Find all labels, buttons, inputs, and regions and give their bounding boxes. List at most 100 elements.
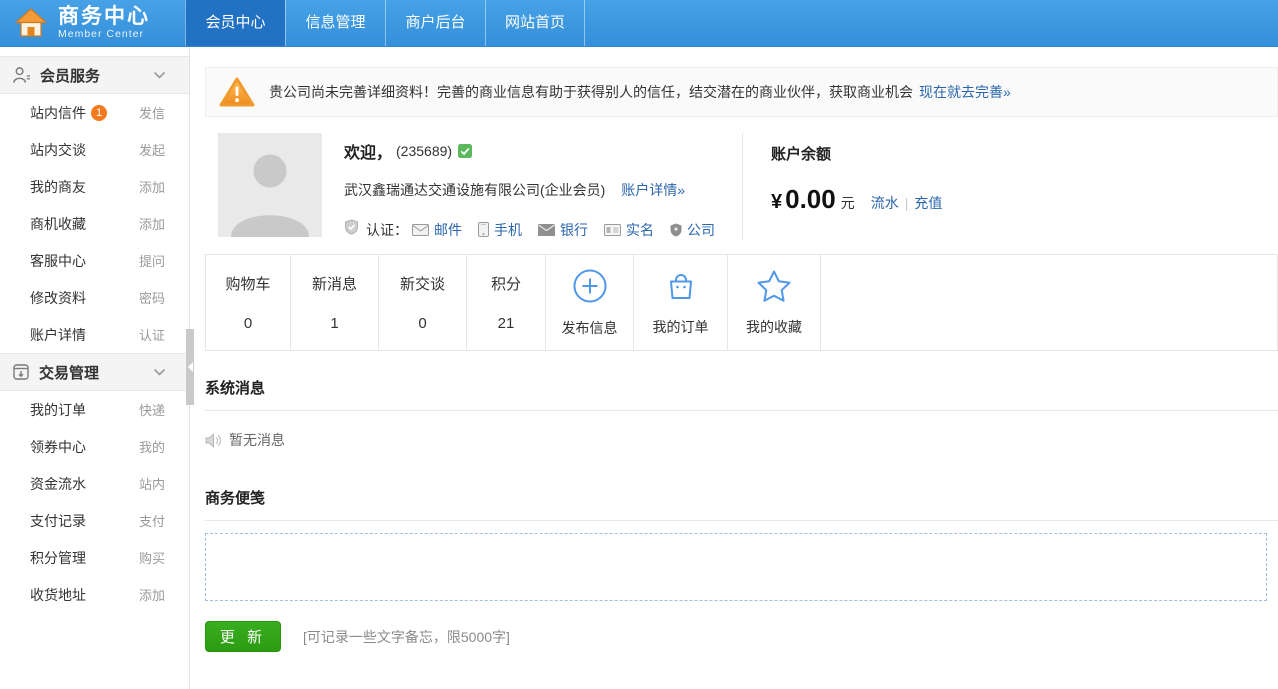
- quick-action[interactable]: 我的收藏: [728, 255, 821, 350]
- recharge-link[interactable]: 充值: [914, 195, 942, 211]
- cert-item[interactable]: 邮件: [412, 220, 462, 240]
- sidebar-item-label: 客服中心: [30, 251, 86, 271]
- sidebar-item-action[interactable]: 添加: [139, 177, 165, 196]
- sidebar-item-label: 资金流水: [30, 474, 86, 494]
- sidebar-item-action[interactable]: 添加: [139, 585, 165, 604]
- nav-tab[interactable]: 会员中心: [185, 0, 285, 46]
- sidebar-collapse-handle[interactable]: [186, 329, 194, 405]
- quick-action-label: 发布信息: [562, 318, 618, 338]
- sidebar-item-action[interactable]: 支付: [139, 511, 165, 530]
- sidebar-item-label: 领券中心: [30, 437, 86, 457]
- sidebar-item[interactable]: 账户详情 认证: [0, 316, 189, 353]
- sidebar-item[interactable]: 领券中心 我的: [0, 428, 189, 465]
- sidebar-item-action[interactable]: 我的: [139, 437, 165, 456]
- profile-section: 欢迎， (235689) 武汉鑫瑞通达交通设施有限公司(企业会员) 账户详情»: [218, 133, 1278, 240]
- stat-value[interactable]: 1: [330, 315, 338, 332]
- sidebar-item-action[interactable]: 添加: [139, 214, 165, 233]
- sidebar-item-label: 收货地址: [30, 585, 86, 605]
- sidebar-item-action[interactable]: 购买: [139, 548, 165, 567]
- stat-label: 新交谈: [400, 273, 445, 294]
- sidebar-item-action[interactable]: 密码: [139, 288, 165, 307]
- sidebar-item[interactable]: 客服中心 提问: [0, 242, 189, 279]
- sidebar-item[interactable]: 收货地址 添加: [0, 576, 189, 613]
- sidebar-item-action[interactable]: 站内: [139, 474, 165, 493]
- cert-link[interactable]: 银行: [560, 220, 588, 240]
- no-messages-text: 暂无消息: [229, 430, 285, 450]
- flow-link[interactable]: 流水: [871, 195, 899, 211]
- balance-panel: 账户余额 ¥ 0.00 元 流水|充值: [742, 133, 1278, 240]
- link-separator: |: [905, 195, 909, 211]
- stat-cell: 新消息 1: [291, 255, 379, 350]
- sidebar-section-header[interactable]: 会员服务: [0, 56, 189, 94]
- sidebar-item[interactable]: 商机收藏 添加: [0, 205, 189, 242]
- welcome-label: 欢迎，: [344, 139, 392, 163]
- sidebar-item-label: 我的商友: [30, 177, 86, 197]
- sidebar-item-action[interactable]: 认证: [139, 325, 165, 344]
- cert-link[interactable]: 实名: [626, 220, 654, 240]
- update-button[interactable]: 更 新: [205, 621, 281, 652]
- sidebar-item-action[interactable]: 提问: [139, 251, 165, 270]
- sidebar-item[interactable]: 修改资料 密码: [0, 279, 189, 316]
- sidebar-item[interactable]: 站内信件 1 发信: [0, 94, 189, 131]
- cert-link[interactable]: 手机: [494, 220, 522, 240]
- chevron-down-icon: [153, 368, 166, 376]
- memo-title: 商务便笺: [205, 487, 1278, 521]
- memo-textarea[interactable]: [205, 533, 1267, 601]
- cert-label: 认证：: [366, 220, 408, 240]
- id-icon: [604, 224, 621, 236]
- sidebar-item[interactable]: 资金流水 站内: [0, 465, 189, 502]
- warning-icon: [219, 76, 255, 108]
- company-name: 武汉鑫瑞通达交通设施有限公司(企业会员): [344, 182, 605, 198]
- currency-symbol: ¥: [771, 191, 782, 214]
- nav-tab[interactable]: 网站首页: [485, 0, 585, 46]
- sidebar-item-action[interactable]: 发起: [139, 140, 165, 159]
- cert-item[interactable]: 实名: [604, 220, 654, 240]
- balance-title: 账户余额: [771, 143, 1278, 164]
- banner-text: 贵公司尚未完善详细资料！完善的商业信息有助于获得别人的信任，结交潜在的商业伙伴，…: [269, 82, 913, 102]
- sidebar-item[interactable]: 我的商友 添加: [0, 168, 189, 205]
- app-title: 商务中心: [58, 6, 150, 28]
- stat-value[interactable]: 21: [498, 315, 515, 332]
- stat-value[interactable]: 0: [244, 315, 252, 332]
- top-header: 商务中心 Member Center 会员中心信息管理商户后台网站首页: [0, 0, 1278, 47]
- nav-tab[interactable]: 商户后台: [385, 0, 485, 46]
- sidebar-item-label: 我的订单: [30, 400, 86, 420]
- cert-link[interactable]: 公司: [687, 220, 715, 240]
- complete-profile-link[interactable]: 现在就去完善»: [919, 82, 1011, 102]
- app-subtitle: Member Center: [58, 28, 150, 40]
- balance-amount: 0.00: [785, 184, 836, 215]
- sidebar-item[interactable]: 我的订单 快递: [0, 391, 189, 428]
- sidebar-item-action[interactable]: 发信: [139, 103, 165, 122]
- cert-item[interactable]: 公司: [670, 220, 715, 240]
- stat-cell: 新交谈 0: [379, 255, 467, 350]
- sidebar-section-header[interactable]: 交易管理: [0, 353, 189, 391]
- memo-note: [可记录一些文字备忘，限5000字]: [303, 627, 510, 647]
- nav-tab[interactable]: 信息管理: [285, 0, 385, 46]
- collapse-arrow-icon: [188, 362, 193, 372]
- quick-action-label: 我的收藏: [746, 317, 802, 337]
- sidebar-item-label: 站内信件: [30, 103, 86, 123]
- sidebar-item[interactable]: 积分管理 购买: [0, 539, 189, 576]
- sidebar-item[interactable]: 支付记录 支付: [0, 502, 189, 539]
- chevron-down-icon: [153, 71, 166, 79]
- sidebar-item-label: 站内交谈: [30, 140, 86, 160]
- app-logo[interactable]: 商务中心 Member Center: [0, 0, 185, 46]
- sidebar-item-label: 账户详情: [30, 325, 86, 345]
- sidebar-item[interactable]: 站内交谈 发起: [0, 131, 189, 168]
- stat-value[interactable]: 0: [418, 315, 426, 332]
- bank-icon: [538, 224, 555, 236]
- quick-action[interactable]: 我的订单: [634, 255, 728, 350]
- quick-action[interactable]: 发布信息: [546, 255, 634, 350]
- balance-links: 流水 | 充值: [871, 193, 943, 213]
- stats-filler: [821, 255, 1277, 350]
- account-detail-link[interactable]: 账户详情»: [621, 182, 685, 198]
- cert-item[interactable]: 手机: [478, 220, 522, 240]
- cert-item[interactable]: 银行: [538, 220, 588, 240]
- sidebar-item-action[interactable]: 快递: [139, 400, 165, 419]
- sidebar-section-title: 会员服务: [40, 65, 153, 86]
- bag-icon: [664, 269, 698, 308]
- quick-action-label: 我的订单: [653, 317, 709, 337]
- stat-cell: 积分 21: [467, 255, 546, 350]
- cert-link[interactable]: 邮件: [434, 220, 462, 240]
- sidebar-item-label: 积分管理: [30, 548, 86, 568]
